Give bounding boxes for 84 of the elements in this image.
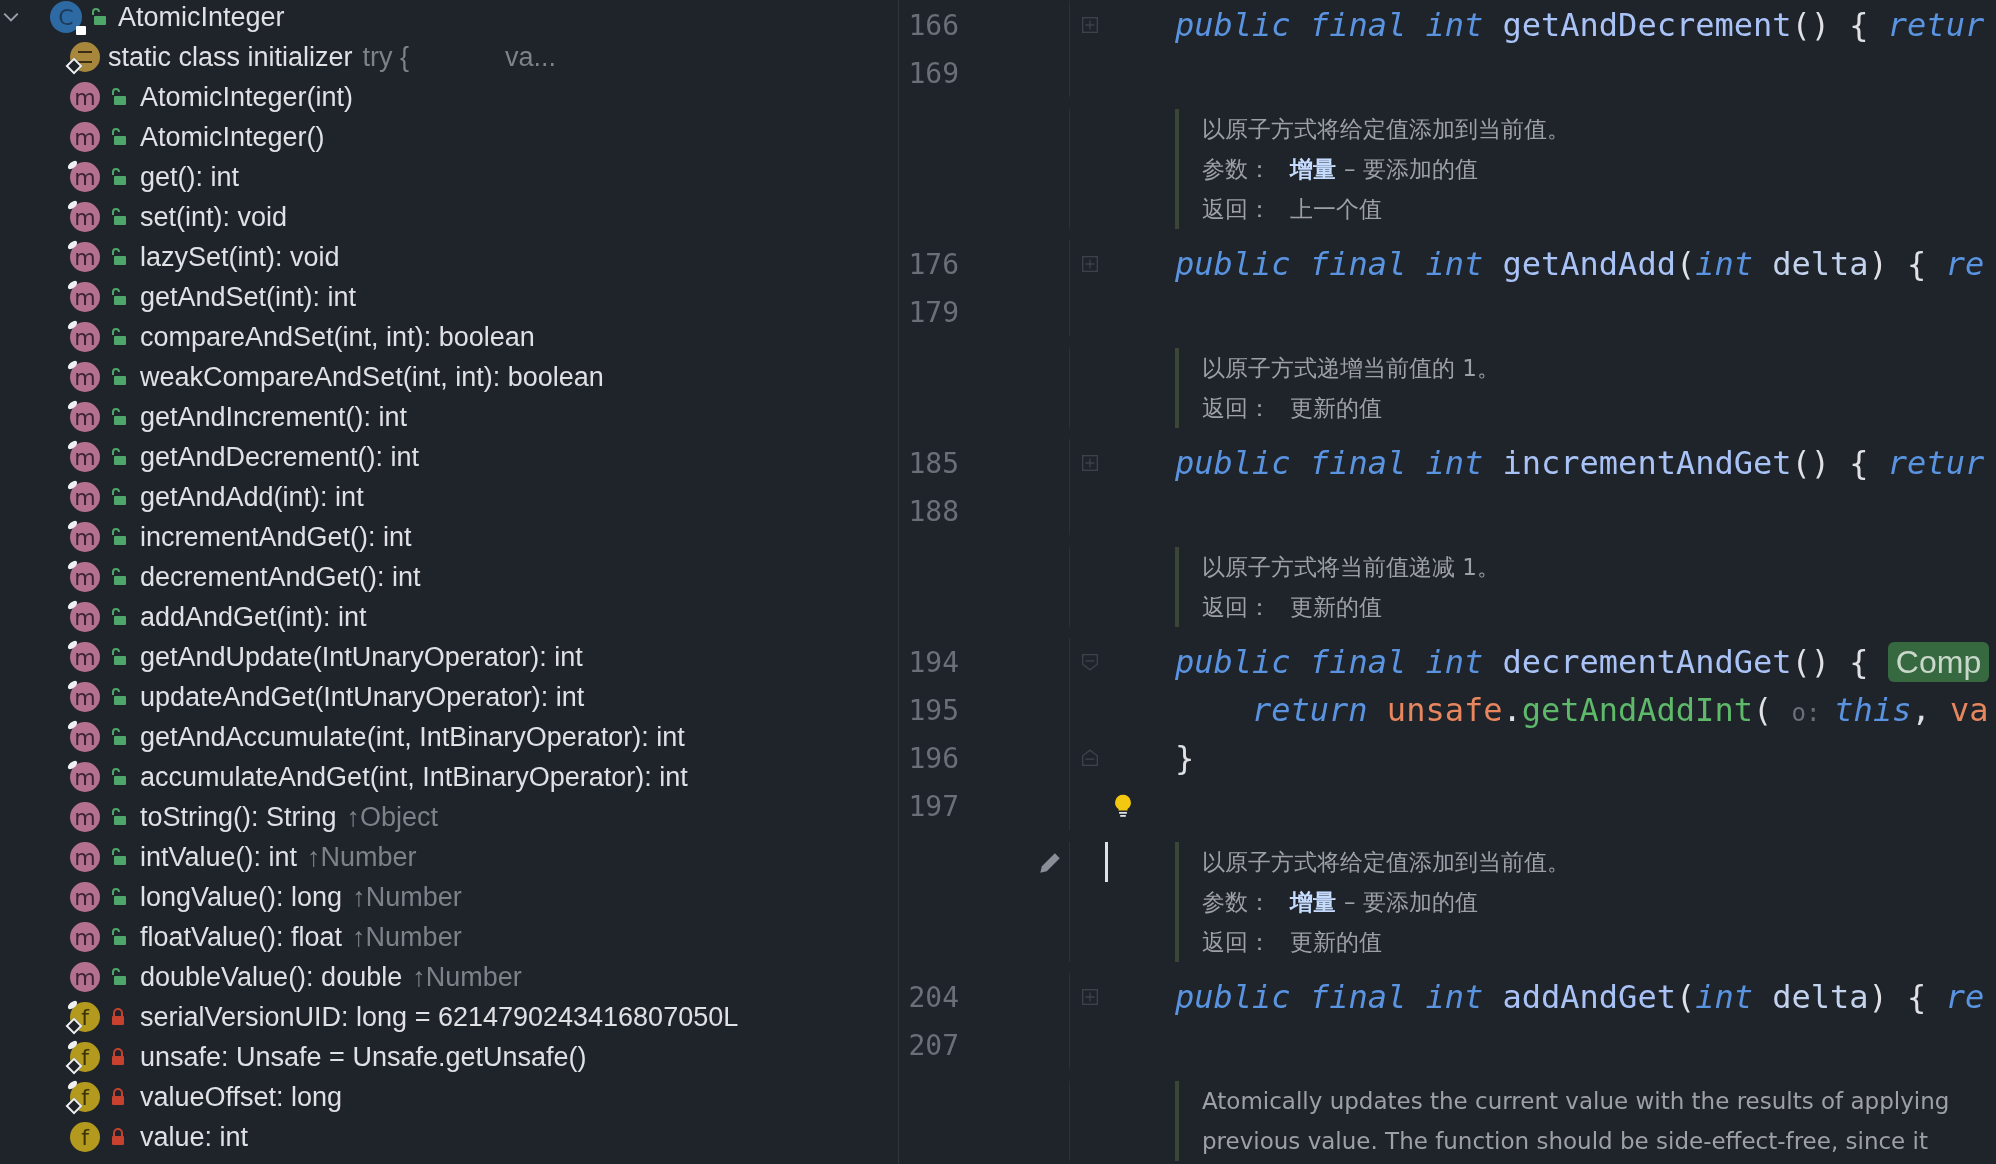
tree-item[interactable]: m weakCompareAndSet(int, int): boolean <box>0 357 898 397</box>
code-line: public final int getAndAdd(int delta) { re <box>1175 245 1985 283</box>
expand-fold-icon[interactable] <box>1081 454 1099 472</box>
tree-item[interactable]: m floatValue(): float ↑Number <box>0 917 898 957</box>
tree-item[interactable]: m AtomicInteger() <box>0 117 898 157</box>
line-number: 166 <box>907 8 959 42</box>
tree-item[interactable]: m getAndAdd(int): int <box>0 477 898 517</box>
code-line: } <box>1175 739 1195 777</box>
tree-item[interactable]: m getAndIncrement(): int <box>0 397 898 437</box>
doc-text: – 要添加的值 <box>1344 154 1478 184</box>
expand-fold-icon[interactable] <box>1081 16 1099 34</box>
code-line: public final int incrementAndGet() { retur <box>1175 444 1985 482</box>
tree-item[interactable]: f valueOffset: long <box>0 1077 898 1117</box>
tree-item[interactable]: m updateAndGet(IntUnaryOperator): int <box>0 677 898 717</box>
line-number: 179 <box>907 295 959 329</box>
tree-item[interactable]: m lazySet(int): void <box>0 237 898 277</box>
code-line: public final int getAndDecrement() { retur <box>1175 6 1985 44</box>
doc-text: 以原子方式将给定值添加到当前值。 <box>1202 114 1570 144</box>
tree-item[interactable]: m AtomicInteger(int) <box>0 77 898 117</box>
tree-item[interactable]: m getAndDecrement(): int <box>0 437 898 477</box>
inherited-hint: ↑Object <box>346 801 439 833</box>
tree-item[interactable]: m compareAndSet(int, int): boolean <box>0 317 898 357</box>
inherited-hint: ↑Number <box>307 841 417 873</box>
doc-text: – 要添加的值 <box>1344 887 1478 917</box>
code-preview: try { <box>362 41 410 73</box>
line-number: 207 <box>907 1028 959 1062</box>
line-number: 204 <box>907 980 959 1014</box>
tree-item[interactable]: m accumulateAndGet(int, IntBinaryOperator): int <box>0 757 898 797</box>
tree-item[interactable]: m doubleValue(): double ↑Number <box>0 957 898 997</box>
code-line: public final int addAndGet(int delta) { re <box>1175 978 1985 1016</box>
line-number: 195 <box>907 693 959 727</box>
fold-icon[interactable] <box>1081 749 1099 767</box>
expand-fold-icon[interactable] <box>1081 988 1099 1006</box>
tree-item[interactable]: m addAndGet(int): int <box>0 597 898 637</box>
fold-icon[interactable] <box>1081 653 1099 671</box>
doc-text: previous value. The function should be side-effect-free, since it <box>1202 1128 1928 1154</box>
tree-item[interactable]: m incrementAndGet(): int <box>0 517 898 557</box>
inherited-hint: ↑Number <box>352 881 462 913</box>
doc-text: 以原子方式将给定值添加到当前值。 <box>1202 847 1570 877</box>
doc-text: 更新的值 <box>1290 592 1382 622</box>
tree-item[interactable]: f unsafe: Unsafe = Unsafe.getUnsafe() <box>0 1037 898 1077</box>
tree-item[interactable]: m longValue(): long ↑Number <box>0 877 898 917</box>
doc-label: 返回： <box>1202 393 1272 423</box>
doc-text: 上一个值 <box>1290 194 1382 224</box>
doc-label: 返回： <box>1202 592 1272 622</box>
doc-text: 更新的值 <box>1290 393 1382 423</box>
text-cursor <box>1105 842 1108 882</box>
doc-text: 更新的值 <box>1290 927 1382 957</box>
tree-item[interactable]: m decrementAndGet(): int <box>0 557 898 597</box>
doc-label: 参数： <box>1202 154 1272 184</box>
tree-item[interactable]: m getAndUpdate(IntUnaryOperator): int <box>0 637 898 677</box>
doc-label: 返回： <box>1202 194 1272 224</box>
line-number: 196 <box>907 741 959 775</box>
line-number: 188 <box>907 494 959 528</box>
expand-fold-icon[interactable] <box>1081 255 1099 273</box>
tree-item[interactable]: m getAndSet(int): int <box>0 277 898 317</box>
doc-label: 返回： <box>1202 927 1272 957</box>
doc-param: 增量 <box>1290 887 1336 917</box>
doc-text: 以原子方式递增当前值的 1。 <box>1202 353 1500 383</box>
code-preview: va... <box>505 41 557 73</box>
doc-param: 增量 <box>1290 154 1336 184</box>
line-number: 176 <box>907 247 959 281</box>
line-number: 185 <box>907 446 959 480</box>
tree-item[interactable]: static class initializer try { va... <box>0 37 898 77</box>
line-number: 197 <box>907 789 959 823</box>
tree-item[interactable]: m set(int): void <box>0 197 898 237</box>
doc-text: Atomically updates the current value with the results of applying <box>1202 1088 1950 1114</box>
tree-item[interactable]: m intValue(): int ↑Number <box>0 837 898 877</box>
tree-item[interactable]: m get(): int <box>0 157 898 197</box>
tree-item[interactable]: f value: int <box>0 1117 898 1157</box>
initializer-icon <box>66 40 100 74</box>
line-number: 194 <box>907 645 959 679</box>
tree-item[interactable]: C AtomicInteger <box>0 0 898 37</box>
tree-item[interactable]: f serialVersionUID: long = 6214790243416807050L <box>0 997 898 1037</box>
lightbulb-icon[interactable] <box>1114 793 1132 819</box>
inherited-hint: ↑Number <box>352 921 462 953</box>
doc-text: 以原子方式将当前值递减 1。 <box>1202 552 1500 582</box>
doc-label: 参数： <box>1202 887 1272 917</box>
line-number: 169 <box>907 56 959 90</box>
code-line: return unsafe.getAndAddInt( o: this, va <box>1251 691 1989 729</box>
tree-item[interactable]: m getAndAccumulate(int, IntBinaryOperator): int <box>0 717 898 757</box>
inherited-hint: ↑Number <box>412 961 522 993</box>
code-line: public final int decrementAndGet() { Comp <box>1175 643 1990 681</box>
tree-item[interactable]: m toString(): String ↑Object <box>0 797 898 837</box>
